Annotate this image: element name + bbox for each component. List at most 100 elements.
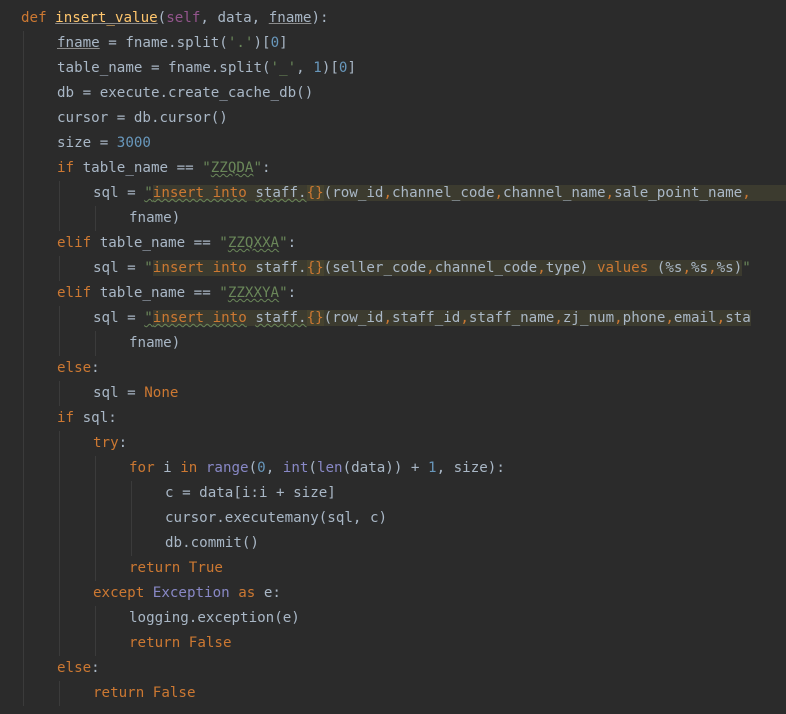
keyword-token: , xyxy=(742,185,751,201)
keyword-token: return xyxy=(129,635,181,651)
code-line[interactable]: sql = "insert into staff.{}(row_id,chann… xyxy=(93,181,786,206)
code-token: table_name = fname.split( xyxy=(57,60,271,76)
string-literal-token: " xyxy=(219,235,228,251)
keyword-token: False xyxy=(152,685,196,701)
code-line[interactable]: fname = fname.split('.')[0] xyxy=(57,31,288,56)
string-literal-token: '_' xyxy=(270,60,297,76)
code-token: ): xyxy=(311,10,329,26)
string-literal-token: " xyxy=(279,235,288,251)
code-line[interactable]: if sql: xyxy=(57,406,117,431)
indent-guide xyxy=(23,31,24,706)
code-editor[interactable]: def insert_value(self, data, fname): fnam… xyxy=(0,0,786,714)
code-line[interactable]: if table_name == "ZZQDA": xyxy=(57,156,271,181)
code-line[interactable]: for i in range(0, int(len(data)) + 1, si… xyxy=(129,456,505,481)
keyword-token: False xyxy=(188,635,232,651)
keyword-token: , xyxy=(426,260,435,276)
string-literal-token: ZZQXXA xyxy=(227,235,280,251)
keyword-token: , xyxy=(554,310,563,326)
keyword-token: , xyxy=(460,310,469,326)
code-line[interactable]: size = 3000 xyxy=(57,131,151,156)
code-line[interactable]: elif table_name == "ZZQXXA": xyxy=(57,231,296,256)
keyword-token: elif xyxy=(57,235,92,251)
sql-text-token: (%s xyxy=(648,260,683,276)
keyword-token: , xyxy=(537,260,546,276)
keyword-token: , xyxy=(605,185,615,201)
keyword-token: if xyxy=(57,160,75,176)
keyword-token: for xyxy=(129,460,155,476)
code-line[interactable]: return False xyxy=(93,681,196,706)
keyword-token: else xyxy=(57,660,92,676)
code-token: (data)) + xyxy=(342,460,429,476)
code-line[interactable]: db = execute.create_cache_db() xyxy=(57,81,313,106)
keyword-token: , xyxy=(708,260,717,276)
code-token: i xyxy=(154,460,181,476)
code-token: fname) xyxy=(129,210,181,226)
code-token: ( xyxy=(157,10,167,26)
code-token: fname xyxy=(268,10,312,26)
code-token: logging.exception(e) xyxy=(129,610,300,626)
indent-guide xyxy=(59,431,60,656)
sql-text-token: (seller_code xyxy=(323,260,427,276)
keyword-token: values xyxy=(597,260,649,276)
code-line[interactable]: return True xyxy=(129,556,223,581)
code-token: table_name == xyxy=(91,285,220,301)
sql-text-token: phone xyxy=(622,310,666,326)
indent-guide xyxy=(59,306,60,356)
code-token: ] xyxy=(279,35,288,51)
keyword-token: elif xyxy=(57,285,92,301)
code-line[interactable]: sql = None xyxy=(93,381,178,406)
code-line[interactable]: def insert_value(self, data, fname): xyxy=(21,6,329,31)
code-line[interactable]: else: xyxy=(57,656,100,681)
indent-guide xyxy=(95,331,96,356)
keyword-token: insert into xyxy=(152,260,247,276)
code-token: sql = xyxy=(93,185,145,201)
keyword-token: insert into xyxy=(152,310,247,326)
sql-text-token: channel_code xyxy=(434,260,538,276)
indent-guide xyxy=(59,181,60,231)
keyword-token: , xyxy=(383,185,392,201)
keyword-token: None xyxy=(144,385,179,401)
code-line[interactable]: fname) xyxy=(129,206,180,231)
keyword-token: , xyxy=(716,310,726,326)
code-line[interactable]: logging.exception(e) xyxy=(129,606,300,631)
number-literal-token: 0 xyxy=(270,35,280,51)
code-line[interactable]: return False xyxy=(129,631,232,656)
code-line[interactable]: sql = "insert into staff.{}(row_id,staff… xyxy=(93,306,751,331)
code-line[interactable]: else: xyxy=(57,356,100,381)
keyword-token: {} xyxy=(306,260,324,276)
sql-text-token: channel_code xyxy=(392,185,495,201)
code-token: e: xyxy=(255,585,281,601)
code-token: : xyxy=(91,660,100,676)
indent-guide xyxy=(95,206,96,231)
code-token: , xyxy=(296,60,314,76)
code-token: c = data[i:i + size] xyxy=(165,485,336,501)
sql-text-token: staff. xyxy=(255,260,307,276)
keyword-token: return xyxy=(129,560,181,576)
code-line[interactable]: except Exception as e: xyxy=(93,581,281,606)
keyword-token: except xyxy=(93,585,145,601)
function-name-token: insert_value xyxy=(55,10,158,26)
code-line[interactable]: try: xyxy=(93,431,127,456)
code-line[interactable]: fname) xyxy=(129,331,180,356)
code-line[interactable]: table_name = fname.split('_', 1)[0] xyxy=(57,56,356,81)
code-line[interactable]: elif table_name == "ZZXXYA": xyxy=(57,281,296,306)
code-token: )[ xyxy=(321,60,339,76)
code-line[interactable]: cursor.executemany(sql, c) xyxy=(165,506,387,531)
code-token: fname) xyxy=(129,335,181,351)
sql-text-token: channel_name xyxy=(503,185,606,201)
code-line[interactable]: db.commit() xyxy=(165,531,259,556)
keyword-token: {} xyxy=(306,185,324,201)
indent-guide xyxy=(131,481,132,556)
code-token: , size): xyxy=(436,460,505,476)
keyword-token: as xyxy=(238,585,256,601)
code-line[interactable]: cursor = db.cursor() xyxy=(57,106,228,131)
code-line[interactable]: c = data[i:i + size] xyxy=(165,481,336,506)
code-token: : xyxy=(91,360,100,376)
indent-guide xyxy=(95,606,96,656)
code-line[interactable]: sql = "insert into staff.{}(seller_code,… xyxy=(93,256,751,281)
indent-guide xyxy=(95,456,96,581)
code-token: ( xyxy=(308,460,317,476)
code-token: = fname.split( xyxy=(99,35,228,51)
